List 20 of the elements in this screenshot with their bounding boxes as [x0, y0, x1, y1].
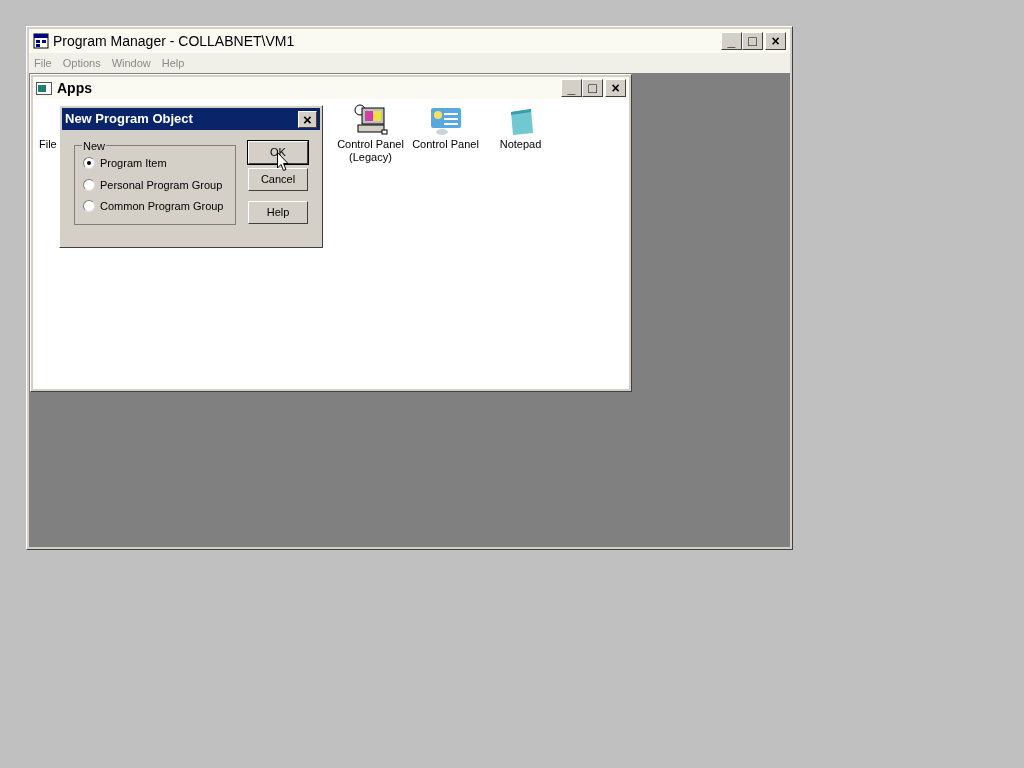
- maximize-button[interactable]: □: [742, 32, 763, 50]
- dialog-title: New Program Object: [65, 110, 194, 129]
- close-button[interactable]: ×: [605, 79, 626, 97]
- dialog-button[interactable]: OK: [248, 141, 308, 164]
- program-label[interactable]: Notepad: [499, 138, 542, 151]
- close-button[interactable]: ×: [765, 32, 786, 50]
- program-label[interactable]: File: [39, 138, 57, 151]
- close-button[interactable]: ×: [298, 110, 317, 128]
- dialog-button[interactable]: Help: [248, 201, 308, 224]
- window-title: Program Manager - COLLABNET\VM1: [53, 31, 296, 51]
- option-label[interactable]: Common Program Group: [100, 198, 224, 215]
- minimize-button[interactable]: _: [721, 32, 742, 50]
- option-label[interactable]: Personal Program Group: [100, 176, 223, 193]
- minimize-button[interactable]: _: [561, 79, 582, 97]
- maximize-button[interactable]: □: [582, 79, 603, 97]
- program-label[interactable]: Control Panel: [412, 138, 479, 151]
- program-label[interactable]: Control Panel (Legacy): [333, 138, 408, 164]
- dialog-button[interactable]: Cancel: [248, 168, 308, 191]
- window-title: Apps: [57, 78, 93, 98]
- option-label[interactable]: Program Item: [100, 155, 167, 172]
